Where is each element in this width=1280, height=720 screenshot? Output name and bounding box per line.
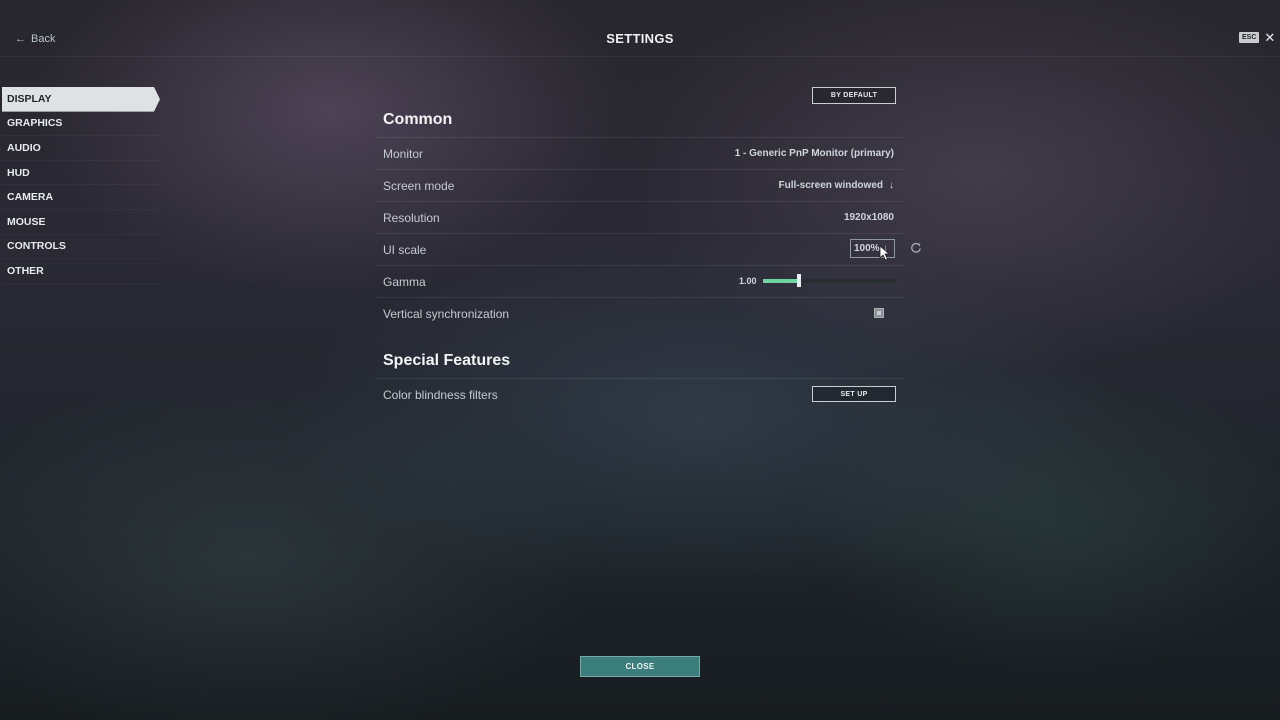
sidebar-item-other[interactable]: OTHER — [2, 259, 160, 284]
arrow-down-icon: ↓ — [889, 180, 894, 191]
setting-row-resolution: Resolution 1920x1080 — [375, 201, 905, 233]
monitor-label: Monitor — [383, 147, 424, 161]
setting-row-color-blindness: Color blindness filters SET UP — [375, 378, 905, 410]
screen-mode-label: Screen mode — [383, 179, 455, 193]
color-blindness-label: Color blindness filters — [383, 388, 498, 402]
gamma-slider[interactable] — [763, 274, 896, 287]
checkbox-inner — [877, 311, 881, 315]
set-up-button[interactable]: SET UP — [812, 386, 896, 402]
gamma-value: 1.00 — [739, 276, 757, 286]
page-title: SETTINGS — [606, 31, 674, 46]
setting-row-screen-mode: Screen mode Full-screen windowed ↓ — [375, 169, 905, 201]
sidebar-item-hud[interactable]: HUD — [2, 161, 160, 186]
top-bar: ← Back SETTINGS ESC ✕ — [0, 0, 1280, 57]
settings-sidebar: DISPLAY GRAPHICS AUDIO HUD CAMERA MOUSE … — [2, 87, 160, 284]
close-icon: ✕ — [1264, 29, 1276, 45]
sidebar-item-mouse[interactable]: MOUSE — [2, 210, 160, 235]
by-default-button[interactable]: BY DEFAULT — [812, 87, 896, 104]
gamma-slider-fill — [763, 279, 799, 283]
vsync-label: Vertical synchronization — [383, 307, 510, 321]
section-title-common: Common — [383, 111, 453, 128]
section-title-special-features: Special Features — [383, 352, 511, 369]
mouse-cursor-icon — [879, 245, 891, 261]
resolution-label: Resolution — [383, 211, 440, 225]
gamma-slider-handle[interactable] — [796, 274, 801, 287]
close-button[interactable]: CLOSE — [580, 656, 700, 677]
sidebar-item-camera[interactable]: CAMERA — [2, 185, 160, 210]
reset-icon[interactable] — [910, 242, 922, 254]
sidebar-item-controls[interactable]: CONTROLS — [2, 235, 160, 260]
ui-scale-value: 100% — [854, 243, 880, 254]
setting-row-ui-scale: UI scale 100% ↓ — [375, 233, 921, 265]
resolution-value[interactable]: 1920x1080 — [844, 212, 894, 223]
monitor-value[interactable]: 1 - Generic PnP Monitor (primary) — [735, 148, 894, 159]
sidebar-item-display[interactable]: DISPLAY — [2, 87, 160, 112]
gamma-label: Gamma — [383, 275, 426, 289]
setting-row-gamma: Gamma 1.00 — [375, 265, 905, 297]
screen-mode-value: Full-screen windowed — [778, 180, 883, 191]
sidebar-item-audio[interactable]: AUDIO — [2, 136, 160, 161]
esc-close-button[interactable]: ESC ✕ — [1239, 29, 1276, 45]
ui-scale-label: UI scale — [383, 243, 427, 257]
vsync-checkbox[interactable] — [874, 308, 884, 318]
setting-row-monitor: Monitor 1 - Generic PnP Monitor (primary… — [375, 137, 905, 169]
screen-mode-dropdown[interactable]: Full-screen windowed ↓ — [779, 180, 894, 191]
sidebar-item-graphics[interactable]: GRAPHICS — [2, 112, 160, 137]
setting-row-vsync: Vertical synchronization — [375, 297, 905, 329]
esc-key-badge: ESC — [1239, 32, 1260, 43]
